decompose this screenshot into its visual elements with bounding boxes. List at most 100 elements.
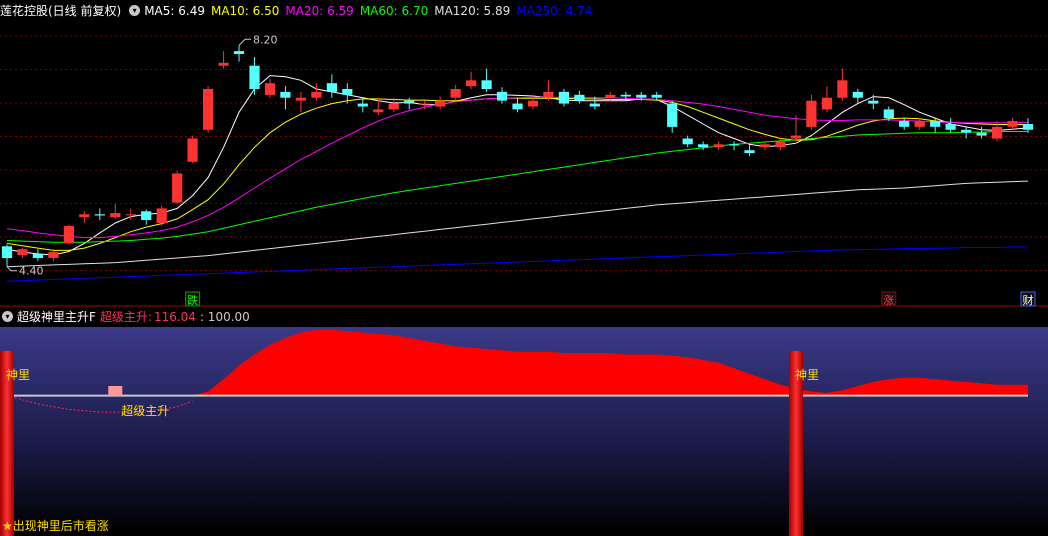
event-marker[interactable]: 跌 [185,291,201,307]
candle[interactable] [729,141,740,151]
candle[interactable] [326,74,337,98]
candle[interactable] [357,98,368,113]
candle[interactable] [466,71,477,89]
indicator-line-label: 超级主升: [99,310,152,324]
candle-body [852,91,863,98]
candle-body [961,129,972,133]
candle[interactable] [203,86,214,133]
indicator-ref-value: : 100.00 [199,310,250,324]
candle-body [868,100,879,104]
candle[interactable] [961,126,972,139]
event-marker[interactable]: 涨 [881,291,897,307]
candle-body [280,91,291,98]
candle[interactable] [496,87,508,104]
candle[interactable] [187,135,198,163]
candle-body [806,100,817,127]
candle-body [930,121,941,127]
candle[interactable] [744,144,755,156]
candle[interactable] [543,80,554,101]
candle-body [32,253,43,258]
candle[interactable] [156,205,167,226]
candle[interactable] [264,79,276,98]
candle-body [899,121,910,127]
candle[interactable] [914,118,925,130]
candle-body [63,225,74,244]
candle[interactable] [837,68,848,101]
candle[interactable] [32,249,43,261]
main-chart-panel[interactable]: 8.20 4.40 跌 涨 财 莲花控股(日线 前复权) ▾ MA5: 6.49 MA10: … [0,0,1048,307]
candle[interactable] [806,94,817,130]
candle-body [203,89,214,130]
candle-body [141,211,152,220]
candle-body [682,138,693,145]
indicator-line-value: 116.04 [153,310,196,324]
candle[interactable] [311,83,322,101]
ma-legend-item: MA10: 6.50 [210,4,280,18]
candle-body [620,94,631,97]
main-chart-header: 莲花控股(日线 前复权) ▾ MA5: 6.49 MA10: 6.50 MA20: 6.… [0,2,602,20]
candle-body [821,97,832,110]
candle[interactable] [1007,118,1018,130]
candle[interactable] [713,141,724,151]
candle-body [976,132,987,136]
candle-body [125,214,136,216]
event-marker[interactable]: 财 [1020,291,1036,307]
candle[interactable] [450,84,461,101]
candle[interactable] [249,56,260,95]
candle[interactable] [17,248,28,258]
candle-body [883,109,894,119]
candle[interactable] [852,89,863,104]
candle[interactable] [233,45,245,62]
candle-body [388,103,399,110]
candle[interactable] [63,224,74,245]
event-marker-label: 财 [1023,293,1034,307]
candle[interactable] [48,249,59,261]
candle[interactable] [295,91,306,113]
event-marker-label: 跌 [187,293,198,307]
candle[interactable] [945,118,956,133]
candle[interactable] [79,211,90,223]
candle-body [589,103,600,107]
chevron-down-icon[interactable]: ▾ [129,5,141,16]
candle[interactable] [94,208,105,221]
candle-body [264,83,276,95]
candle[interactable] [110,203,121,219]
chevron-down-icon[interactable]: ▾ [2,311,13,322]
indicator-header: ▾ 超级神里主升F 超级主升: 116.04: 100.00 [0,308,254,326]
candle-body [326,83,337,92]
candle-body [729,144,740,146]
indicator-panel[interactable]: 神里 神里 超级主升 ★出现神里后市看涨 ▾ 超级神里主升F 超级主升: 116.04: 1… [0,307,1048,536]
candle-body [17,249,28,255]
candle[interactable] [698,141,709,151]
chart-title: 莲花控股(日线 前复权) [0,4,122,18]
candle[interactable] [280,86,291,110]
candle[interactable] [435,96,446,110]
candle[interactable] [667,100,678,133]
candle[interactable] [821,86,832,113]
candle-body [1022,124,1034,130]
candle[interactable] [1,244,13,267]
candle-body [543,91,554,98]
candle-body [187,138,198,162]
signal-label: 神里 [795,368,819,382]
indicator-footer-note: ★出现神里后市看涨 [2,518,109,533]
candle[interactable] [172,170,183,204]
candle[interactable] [1022,118,1034,133]
candle-body [914,121,925,127]
candle-body [373,109,384,113]
candle-body [574,94,585,101]
low-price-label: 4.40 [19,265,44,278]
candle[interactable] [558,89,569,107]
candle-body [759,144,771,148]
candle[interactable] [574,90,585,104]
candle[interactable] [218,51,229,69]
candle[interactable] [141,209,152,225]
ma-legend-item: MA5: 6.49 [144,4,205,18]
candle[interactable] [481,68,492,92]
candle-body [651,94,662,98]
signal2-bar [108,386,123,396]
candle-body [435,100,446,107]
ma-legend-item: MA20: 6.59 [285,4,354,18]
candle[interactable] [512,97,523,113]
candle[interactable] [682,135,693,148]
